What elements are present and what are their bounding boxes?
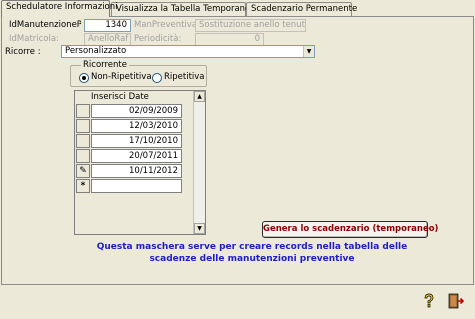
date-cell[interactable]: 10/11/2012 (91, 164, 182, 178)
radio-ripetitiva[interactable] (152, 73, 162, 83)
ricorre-label: Ricorre : (5, 47, 41, 57)
radio-non-ripetitiva-label[interactable]: Non-Ripetitiva (91, 72, 152, 83)
id-manutenzione-label: IdManutenzionePrev (9, 20, 81, 30)
scroll-down-icon[interactable]: ▼ (194, 223, 205, 234)
question-mark-icon[interactable] (419, 292, 439, 312)
chevron-down-icon[interactable]: ▼ (303, 46, 314, 57)
row-selector[interactable] (76, 134, 90, 148)
id-matricola-label: IdMatricola: (9, 34, 59, 44)
pencil-icon[interactable]: ✎ (76, 164, 90, 178)
vertical-scrollbar[interactable]: ▲ ▼ (193, 91, 205, 234)
man-preventiva-field: Sostituzione anello tenuta (195, 19, 306, 32)
scroll-up-icon[interactable]: ▲ (194, 91, 205, 102)
date-cell[interactable]: 20/07/2011 (91, 149, 182, 163)
generate-schedule-button[interactable]: Genera lo scadenzario (temporaneo) (262, 221, 438, 238)
radio-non-ripetitiva[interactable] (79, 73, 89, 83)
exit-door-icon[interactable] (446, 292, 466, 312)
ricorre-combo[interactable]: Personalizzato ▼ (61, 45, 315, 58)
man-preventiva-label: ManPreventiva: (134, 20, 200, 30)
asterisk-icon[interactable]: * (76, 179, 90, 193)
dates-column-header: Inserisci Date (91, 92, 149, 102)
radio-ripetitiva-label[interactable]: Ripetitiva (164, 72, 205, 83)
row-selector[interactable] (76, 119, 90, 133)
ricorre-value: Personalizzato (65, 46, 127, 56)
ricorrente-title: Ricorrente (81, 60, 129, 70)
row-selector[interactable] (76, 149, 90, 163)
new-date-cell[interactable] (91, 179, 182, 193)
periodicita-label: Periodicità: (134, 34, 182, 44)
row-selector[interactable] (76, 104, 90, 118)
dates-subform: Inserisci Date 02/09/2009 12/03/2010 17/… (74, 90, 206, 235)
id-manutenzione-field[interactable]: 1340 (84, 19, 131, 32)
date-cell[interactable]: 17/10/2010 (91, 134, 182, 148)
info-note: Questa maschera serve per creare records… (96, 242, 408, 264)
date-cell[interactable]: 12/03/2010 (91, 119, 182, 133)
date-cell[interactable]: 02/09/2009 (91, 104, 182, 118)
